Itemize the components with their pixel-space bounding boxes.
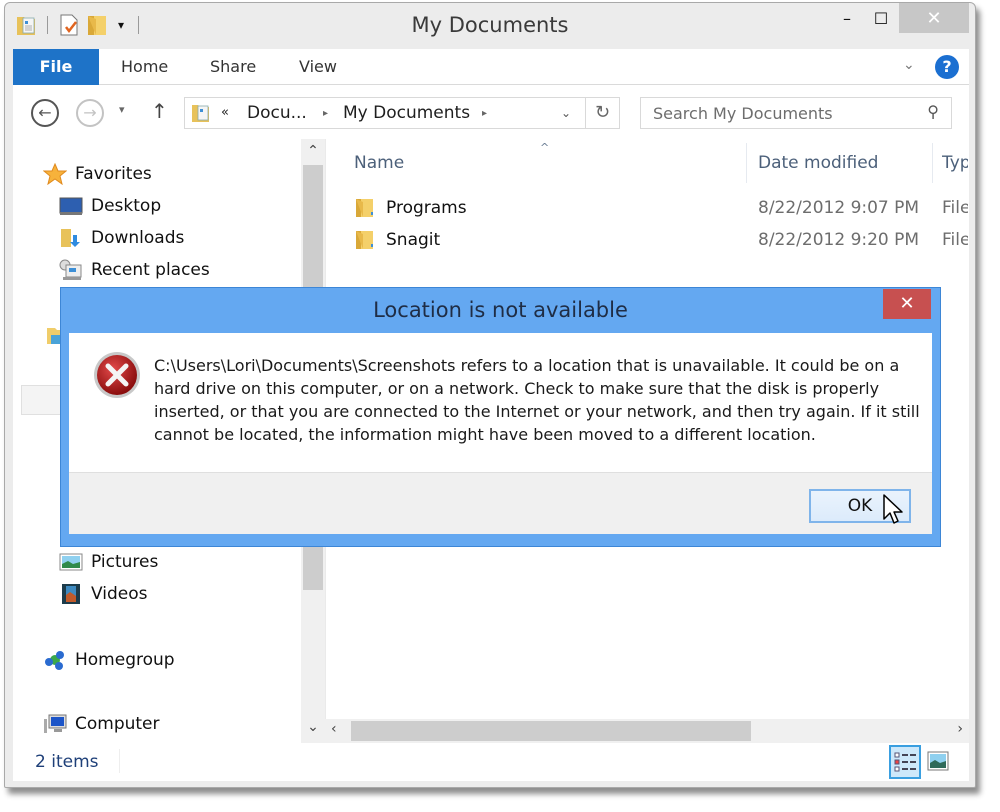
toolbar-divider — [138, 16, 139, 34]
expand-ribbon-button[interactable]: ⌄ — [903, 57, 915, 73]
status-bar: 2 items — [13, 743, 969, 781]
address-history-dropdown[interactable]: ⌄ — [561, 106, 571, 120]
column-divider[interactable] — [746, 143, 747, 183]
dialog-footer: OK — [69, 472, 932, 534]
nav-item-recent-places[interactable]: Recent places — [59, 259, 210, 281]
dialog-close-button[interactable]: ✕ — [883, 289, 931, 319]
nav-item-label: Pictures — [91, 552, 159, 572]
file-name-cell: Snagit — [354, 229, 440, 251]
recent-places-icon — [59, 259, 83, 281]
folder-icon — [354, 229, 376, 251]
location-unavailable-dialog: Location is not available ✕ C:\Users\Lor… — [60, 287, 941, 547]
search-icon[interactable]: ⚲ — [927, 102, 939, 121]
breadcrumb-separator[interactable]: ▸ — [482, 108, 487, 119]
error-icon — [93, 351, 141, 399]
scroll-right-button[interactable]: › — [957, 721, 963, 737]
scroll-left-button[interactable]: ‹ — [331, 721, 337, 737]
status-divider — [119, 749, 120, 773]
column-divider[interactable] — [932, 143, 933, 183]
file-name: Programs — [386, 198, 467, 218]
nav-item-label: Recent places — [91, 260, 210, 280]
large-icons-view-button[interactable] — [927, 751, 949, 771]
ribbon-tabs: File Home Share View ⌄ ? — [13, 49, 969, 85]
scroll-up-button[interactable]: ⌃ — [301, 143, 325, 159]
scroll-down-button[interactable]: ⌄ — [301, 719, 325, 735]
details-view-icon — [894, 752, 916, 772]
breadcrumb-my-documents[interactable]: My Documents — [343, 103, 470, 123]
forward-button[interactable]: → — [76, 99, 104, 127]
navigation-bar: ← → ▾ ↑ « Docu... ▸ My Documents ▸ ⌄ ↻ ⚲ — [13, 85, 969, 139]
mouse-cursor-icon — [882, 493, 904, 527]
quick-access-toolbar: ▾ — [15, 13, 143, 37]
nav-homegroup[interactable]: Homegroup — [43, 649, 175, 671]
location-folder-icon — [191, 102, 211, 124]
computer-icon — [43, 713, 67, 735]
dialog-body: C:\Users\Lori\Documents\Screenshots refe… — [69, 333, 932, 472]
column-header-type[interactable]: Type — [942, 153, 968, 173]
properties-icon[interactable] — [15, 13, 37, 37]
tab-file[interactable]: File — [13, 49, 99, 85]
nav-favorites-label: Favorites — [75, 164, 152, 184]
nav-item-downloads[interactable]: Downloads — [59, 227, 184, 249]
homegroup-icon — [43, 649, 67, 671]
nav-item-label: Videos — [91, 584, 148, 604]
close-button[interactable]: ✕ — [899, 3, 969, 33]
address-bar[interactable]: « Docu... ▸ My Documents ▸ ⌄ ↻ — [184, 97, 620, 129]
large-icons-view-icon — [927, 751, 949, 771]
dialog-title: Location is not available — [373, 298, 628, 322]
nav-item-label: Computer — [75, 714, 160, 734]
nav-item-label: Homegroup — [75, 650, 175, 670]
file-date-modified: 8/22/2012 9:07 PM — [758, 198, 920, 218]
search-box[interactable]: ⚲ — [640, 97, 952, 129]
refresh-button[interactable]: ↻ — [585, 98, 619, 128]
breadcrumb-documents[interactable]: Docu... — [247, 103, 307, 123]
videos-icon — [59, 583, 83, 605]
desktop-icon — [59, 195, 83, 217]
nav-favorites[interactable]: Favorites — [42, 162, 152, 186]
tab-view[interactable]: View — [299, 49, 337, 85]
search-input[interactable] — [653, 102, 913, 124]
pictures-icon — [59, 551, 83, 573]
file-name: Snagit — [386, 230, 441, 250]
title-bar: ▾ My Documents – ☐ ✕ — [5, 3, 975, 47]
up-button[interactable]: ↑ — [151, 99, 168, 123]
nav-computer[interactable]: Computer — [43, 713, 160, 735]
tab-home[interactable]: Home — [121, 49, 168, 85]
star-icon — [42, 162, 68, 186]
nav-item-label: Downloads — [91, 228, 185, 248]
details-view-button[interactable] — [889, 745, 921, 779]
back-button[interactable]: ← — [31, 99, 59, 127]
folder-icon — [354, 197, 376, 219]
file-date-modified: 8/22/2012 9:20 PM — [758, 230, 920, 250]
help-button[interactable]: ? — [935, 55, 959, 79]
file-name-cell: Programs — [354, 197, 467, 219]
column-header-name[interactable]: Name — [354, 153, 404, 173]
dialog-message: C:\Users\Lori\Documents\Screenshots refe… — [154, 356, 920, 444]
toolbar-divider — [47, 16, 48, 34]
recent-locations-button[interactable]: ▾ — [119, 103, 125, 116]
breadcrumb-separator[interactable]: ▸ — [323, 108, 328, 119]
file-type: File folder — [942, 230, 968, 250]
table-row[interactable]: Programs 8/22/2012 9:07 PM File folder — [326, 193, 969, 223]
sort-ascending-indicator: ^ — [540, 141, 550, 154]
customize-toolbar-button[interactable]: ▾ — [114, 18, 128, 32]
new-document-icon[interactable] — [58, 13, 80, 37]
column-header-date-modified[interactable]: Date modified — [758, 153, 878, 173]
breadcrumb-overflow[interactable]: « — [221, 105, 229, 120]
file-type: File folder — [942, 198, 968, 218]
downloads-icon — [59, 227, 83, 249]
item-count: 2 items — [35, 752, 99, 772]
table-row[interactable]: Snagit 8/22/2012 9:20 PM File folder — [326, 225, 969, 255]
maximize-button[interactable]: ☐ — [861, 3, 901, 33]
new-folder-icon[interactable] — [86, 13, 108, 37]
nav-item-desktop[interactable]: Desktop — [59, 195, 161, 217]
nav-item-pictures[interactable]: Pictures — [59, 551, 158, 573]
scroll-thumb[interactable] — [351, 721, 751, 741]
nav-item-videos[interactable]: Videos — [59, 583, 148, 605]
file-list-horizontal-scrollbar[interactable]: ‹ › — [325, 719, 969, 743]
nav-item-label: Desktop — [91, 196, 162, 216]
tab-share[interactable]: Share — [210, 49, 256, 85]
